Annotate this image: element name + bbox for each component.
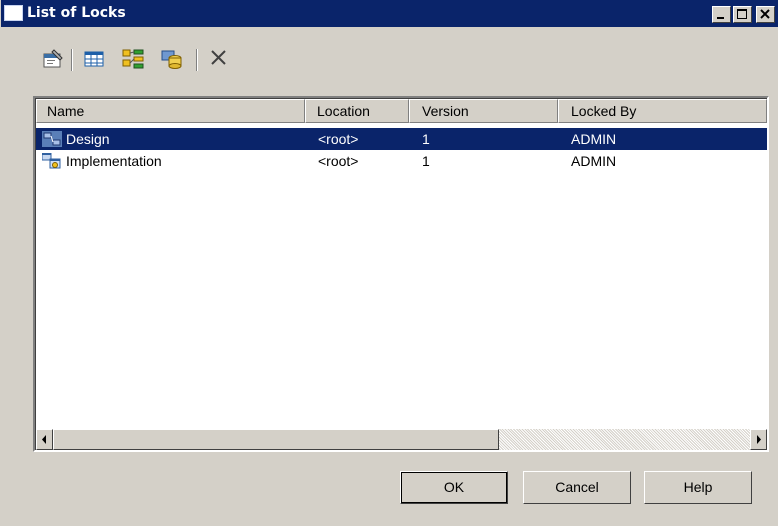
row-name: Design <box>66 131 110 147</box>
minimize-icon <box>717 17 724 19</box>
tree-view-tool[interactable] <box>120 46 146 72</box>
row-locked-by: ADMIN <box>571 131 617 147</box>
arrow-left-icon <box>42 435 46 444</box>
toolbar <box>1 46 301 78</box>
list-columns-tool[interactable] <box>81 46 107 72</box>
row-name: Implementation <box>66 153 162 169</box>
design-model-icon <box>42 131 62 147</box>
row-location: <root> <box>318 131 359 147</box>
row-location: <root> <box>318 153 359 169</box>
implementation-model-icon <box>42 153 61 169</box>
properties-tool[interactable] <box>41 46 67 72</box>
row-version: 1 <box>422 153 430 169</box>
cancel-button[interactable]: Cancel <box>523 471 631 504</box>
database-tool[interactable] <box>159 46 185 72</box>
properties-icon <box>43 49 63 68</box>
column-header-location[interactable]: Location <box>305 99 409 123</box>
database-icon <box>161 50 182 69</box>
delete-icon <box>211 50 226 65</box>
title-bar[interactable]: List of Locks <box>1 0 778 27</box>
list-header: Name Location Version Locked By <box>36 99 776 123</box>
list-row-design[interactable]: Design <root> 1 ADMIN <box>36 128 767 150</box>
minimize-button[interactable] <box>712 6 731 23</box>
maximize-icon <box>737 9 747 19</box>
arrow-right-icon <box>757 435 761 444</box>
column-header-version[interactable]: Version <box>409 99 558 123</box>
toolbar-separator <box>196 49 198 71</box>
toolbar-separator <box>71 49 73 71</box>
table-columns-icon <box>84 51 104 67</box>
help-button[interactable]: Help <box>644 471 752 504</box>
delete-tool[interactable] <box>207 46 233 72</box>
tree-view-icon <box>122 49 144 69</box>
maximize-button[interactable] <box>733 6 752 23</box>
close-icon <box>760 9 770 19</box>
row-locked-by: ADMIN <box>571 153 617 169</box>
scrollbar-thumb[interactable] <box>53 429 499 450</box>
list-row-implementation[interactable]: Implementation <root> 1 ADMIN <box>36 150 767 172</box>
list-of-locks-dialog: List of Locks Name Location Version Lock… <box>0 0 778 526</box>
window-icon <box>4 5 23 21</box>
horizontal-scrollbar[interactable] <box>36 429 767 450</box>
close-button[interactable] <box>756 6 775 23</box>
row-version: 1 <box>422 131 430 147</box>
ok-button[interactable]: OK <box>400 471 508 504</box>
column-header-name[interactable]: Name <box>36 99 305 123</box>
scroll-right-button[interactable] <box>750 429 767 450</box>
locks-list[interactable]: Name Location Version Locked By Design <… <box>33 96 769 452</box>
scroll-left-button[interactable] <box>36 429 53 450</box>
column-header-locked-by[interactable]: Locked By <box>558 99 767 123</box>
window-title: List of Locks <box>27 5 126 21</box>
